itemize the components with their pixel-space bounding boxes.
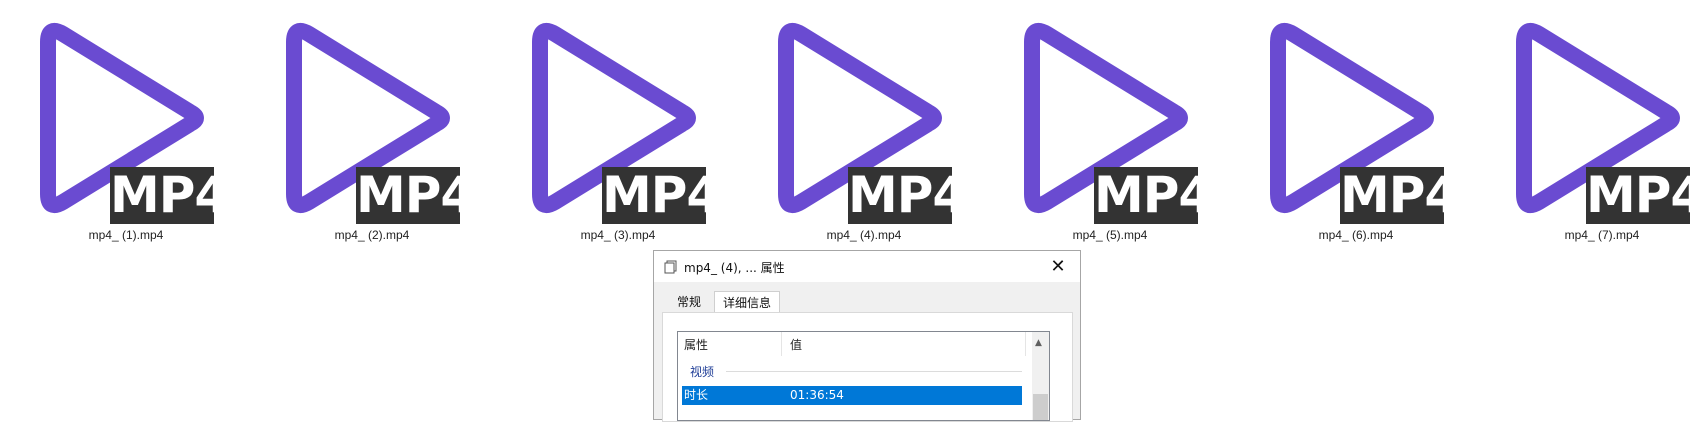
dialog-titlebar[interactable]: mp4_ (4), ... 属性 ✕: [654, 251, 1080, 282]
scroll-up-arrow-icon[interactable]: ▲: [1035, 338, 1042, 348]
group-label-video: 视频: [690, 365, 715, 379]
mp4-badge: MP4: [848, 166, 967, 224]
mp4-badge: MP4: [602, 166, 721, 224]
file-name: mp4_ (6).mp4: [1318, 228, 1394, 242]
property-row[interactable]: [682, 408, 1022, 422]
close-icon: ✕: [1050, 256, 1066, 277]
property-key: 时长: [684, 388, 709, 402]
file-item[interactable]: MP4 mp4_ (5).mp4: [990, 8, 1230, 244]
column-separator[interactable]: [1025, 332, 1026, 356]
file-name: mp4_ (4).mp4: [826, 228, 902, 242]
group-divider: [726, 371, 1022, 372]
mp4-file-icon: MP4: [6, 8, 246, 228]
tab-general[interactable]: 常规: [664, 291, 714, 313]
file-item[interactable]: MP4 mp4_ (2).mp4: [252, 8, 492, 244]
properties-dialog: mp4_ (4), ... 属性 ✕ 常规 详细信息 属性 值 视频 时长 01…: [653, 250, 1081, 422]
file-name: mp4_ (3).mp4: [580, 228, 656, 242]
file-item[interactable]: MP4 mp4_ (3).mp4: [498, 8, 738, 244]
file-item[interactable]: MP4 mp4_ (1).mp4: [6, 8, 246, 244]
file-name: mp4_ (5).mp4: [1072, 228, 1148, 242]
column-separator[interactable]: [781, 332, 782, 356]
mp4-file-icon: MP4: [990, 8, 1230, 228]
mp4-badge: MP4: [356, 166, 475, 224]
file-name: mp4_ (7).mp4: [1564, 228, 1640, 242]
close-button[interactable]: ✕: [1036, 251, 1080, 282]
mp4-file-icon: MP4: [744, 8, 984, 228]
dialog-title: mp4_ (4), ... 属性: [684, 261, 785, 275]
mp4-badge: MP4: [1094, 166, 1213, 224]
property-value: 01:36:54: [790, 388, 844, 402]
scroll-thumb[interactable]: [1033, 394, 1048, 420]
mp4-file-icon: MP4: [252, 8, 492, 228]
column-header-property[interactable]: 属性: [684, 336, 708, 353]
mp4-file-icon: MP4: [498, 8, 738, 228]
tab-details[interactable]: 详细信息: [714, 291, 780, 313]
property-row-duration[interactable]: 时长 01:36:54: [682, 386, 1022, 405]
vertical-scrollbar[interactable]: ▲: [1032, 332, 1049, 420]
file-grid: MP4 mp4_ (1).mp4 MP4 mp4_ (2).mp4 MP4 mp4_ (3…: [0, 0, 1692, 250]
mp4-file-icon: MP4: [1236, 8, 1476, 228]
mp4-file-icon: MP4: [1482, 8, 1692, 228]
column-header: 属性 值: [678, 332, 1026, 356]
column-header-value[interactable]: 值: [790, 336, 802, 353]
properties-icon: [664, 259, 678, 274]
mp4-badge: MP4: [110, 166, 229, 224]
file-item[interactable]: MP4 mp4_ (7).mp4: [1482, 8, 1692, 244]
file-item[interactable]: MP4 mp4_ (4).mp4: [744, 8, 984, 244]
mp4-badge: MP4: [1340, 166, 1459, 224]
file-item[interactable]: MP4 mp4_ (6).mp4: [1236, 8, 1476, 244]
file-name: mp4_ (1).mp4: [88, 228, 164, 242]
mp4-badge: MP4: [1586, 166, 1692, 224]
property-list[interactable]: 属性 值 视频 时长 01:36:54 ▲: [677, 331, 1050, 421]
file-name: mp4_ (2).mp4: [334, 228, 410, 242]
